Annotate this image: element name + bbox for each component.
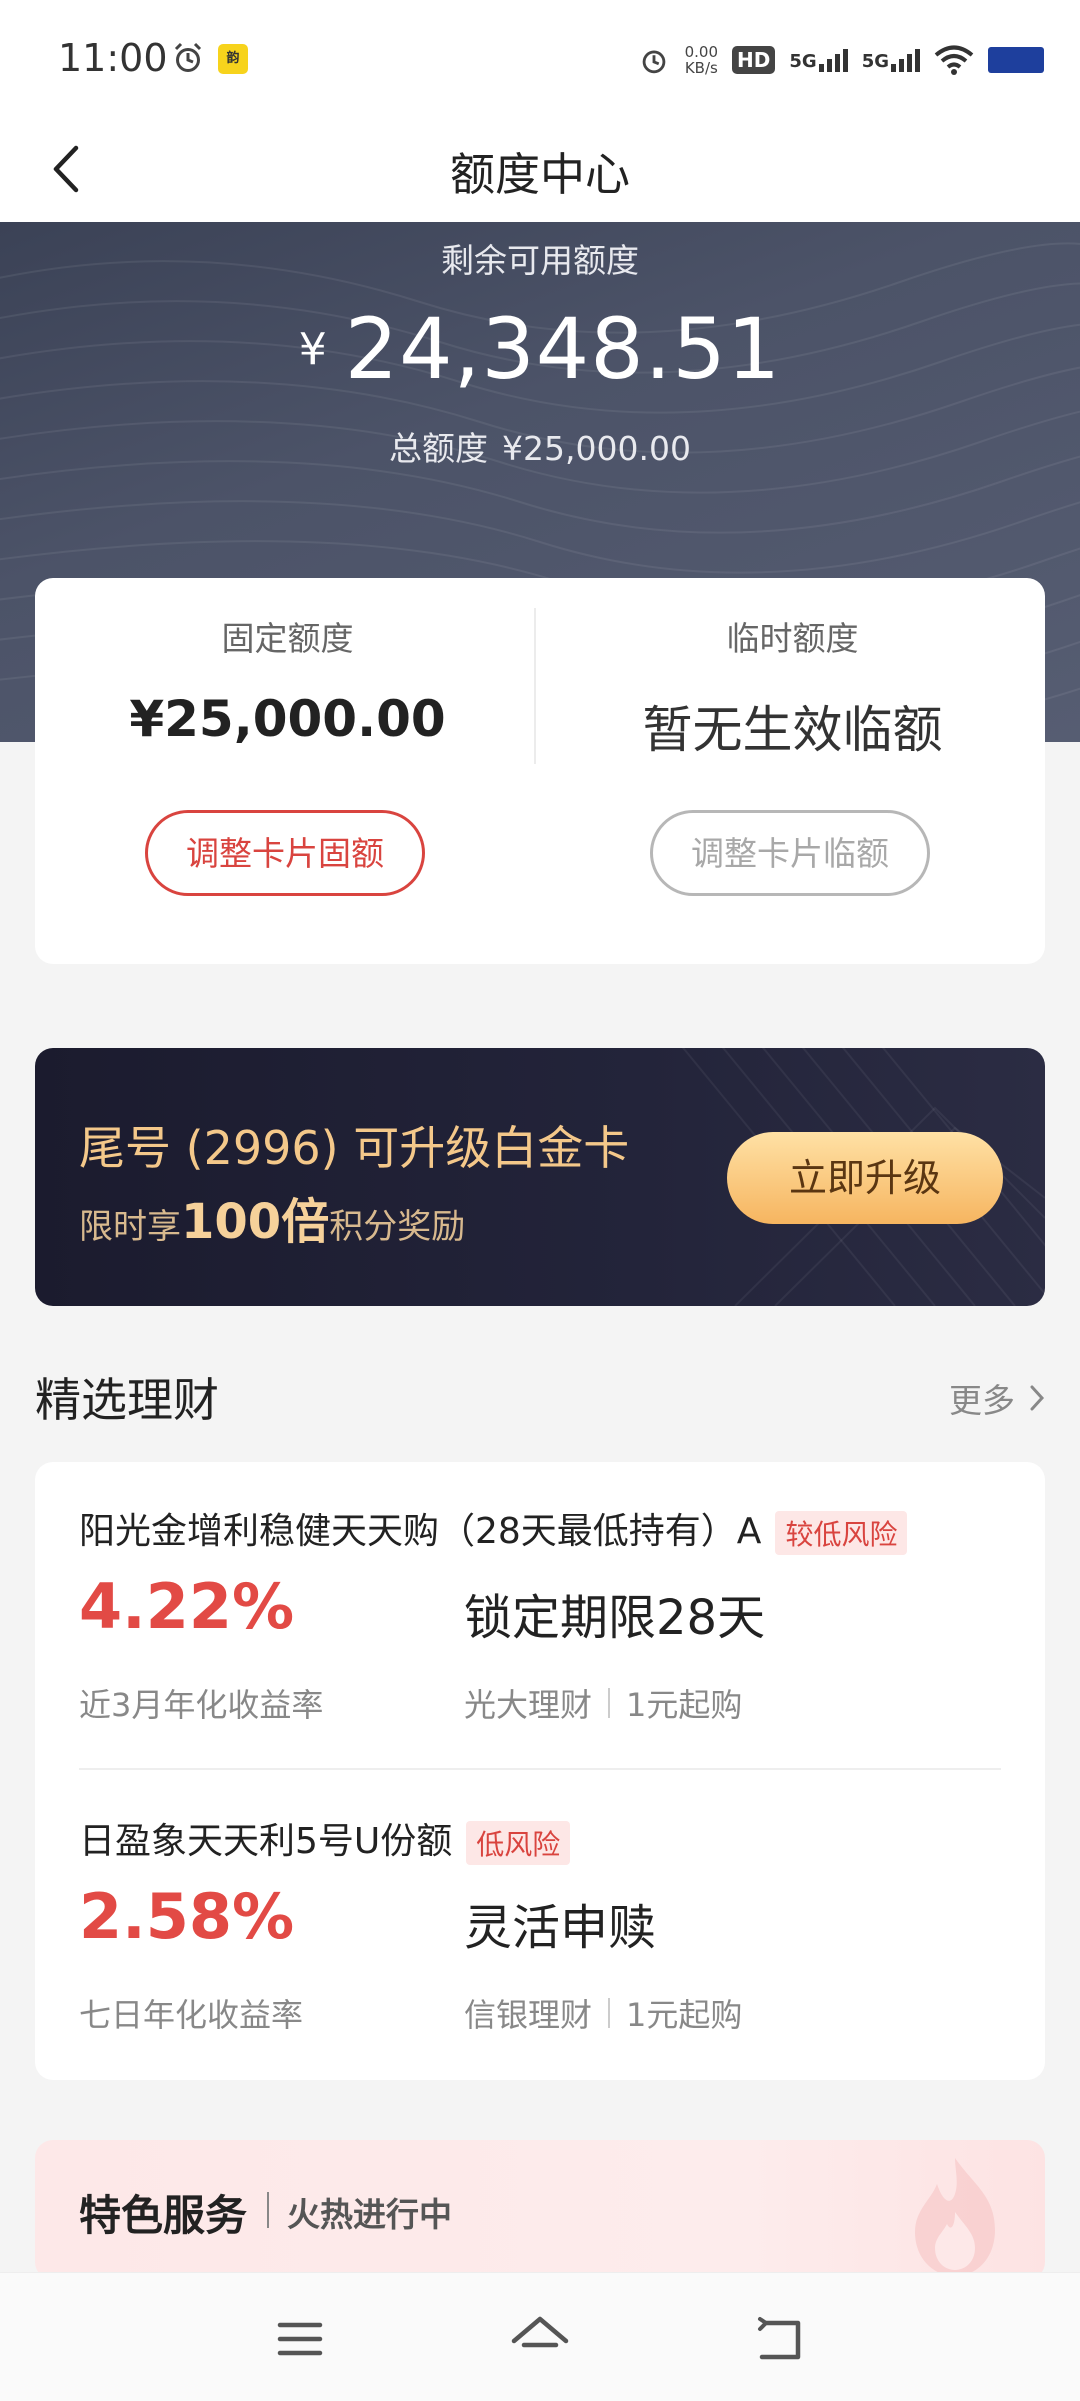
upgrade-subtitle-suffix: 积分奖励 bbox=[329, 1207, 466, 1247]
chevron-right-icon bbox=[1030, 1385, 1045, 1411]
product-term: 灵活申赎 bbox=[464, 1900, 657, 1956]
title-bar: 额度中心 bbox=[0, 120, 1080, 222]
adjust-fixed-credit-button[interactable]: 调整卡片固额 bbox=[145, 810, 425, 896]
temp-credit-value: 暂无生效临额 bbox=[642, 701, 943, 759]
temp-credit-label: 临时额度 bbox=[726, 619, 859, 658]
wealth-products-card: 阳光金增利稳健天天购（28天最低持有）A 较低风险 4.22% 近3月年化收益率 … bbox=[35, 1462, 1045, 2080]
upgrade-subtitle: 限时享100倍积分奖励 bbox=[79, 1182, 465, 1252]
temp-credit-section: 临时额度 暂无生效临额 调整卡片临额 bbox=[540, 578, 1045, 964]
upgrade-title: 尾号 (2996) 可升级白金卡 bbox=[79, 1121, 630, 1175]
back-icon[interactable] bbox=[750, 2311, 810, 2367]
adjust-temp-credit-button[interactable]: 调整卡片临额 bbox=[650, 810, 930, 896]
divider bbox=[267, 2192, 269, 2228]
divider bbox=[608, 1998, 611, 2028]
product-issuer: 信银理财 bbox=[464, 1996, 593, 2034]
product-name: 阳光金增利稳健天天购（28天最低持有）A 较低风险 bbox=[79, 1502, 908, 1555]
product-name-text: 日盈象天天利5号U份额 bbox=[79, 1821, 453, 1862]
fixed-credit-section: 固定额度 ¥25,000.00 调整卡片固额 bbox=[35, 578, 540, 964]
fixed-credit-value: ¥25,000.00 bbox=[129, 690, 446, 748]
more-label: 更多 bbox=[949, 1381, 1015, 1420]
upgrade-banner[interactable]: 尾号 (2996) 可升级白金卡 限时享100倍积分奖励 立即升级 bbox=[35, 1048, 1045, 1306]
available-credit-amount: ¥24,348.51 bbox=[0, 300, 1080, 398]
divider bbox=[534, 608, 536, 764]
more-link[interactable]: 更多 bbox=[949, 1374, 1045, 1422]
product-rate-label: 七日年化收益率 bbox=[79, 1996, 304, 2034]
divider bbox=[79, 1768, 1001, 1770]
feature-subtitle: 火热进行中 bbox=[287, 2195, 452, 2234]
signal-icon: 5G bbox=[862, 48, 920, 72]
product-min-purchase: 1元起购 bbox=[626, 1996, 743, 2034]
product-term: 锁定期限28天 bbox=[464, 1590, 766, 1646]
product-issuer: 光大理财 bbox=[464, 1686, 593, 1724]
total-credit-value: ¥25,000.00 bbox=[502, 429, 691, 468]
risk-badge: 较低风险 bbox=[775, 1511, 908, 1555]
upgrade-now-button[interactable]: 立即升级 bbox=[727, 1132, 1003, 1224]
available-credit-value: 24,348.51 bbox=[344, 300, 782, 398]
page-title: 额度中心 bbox=[449, 148, 630, 201]
signal-label: 5G bbox=[789, 51, 817, 72]
menu-icon[interactable] bbox=[270, 2311, 330, 2367]
status-indicators: 0.00 KB/s HD 5G 5G bbox=[637, 38, 1044, 82]
upgrade-subtitle-prefix: 限时享 bbox=[79, 1207, 181, 1247]
network-speed-unit: KB/s bbox=[684, 59, 718, 77]
status-bar: 11:00 韵 0.00 KB/s HD 5G 5G bbox=[0, 0, 1080, 120]
product-meta: 信银理财 1元起购 bbox=[464, 1990, 742, 2036]
product-rate-label: 近3月年化收益率 bbox=[79, 1686, 324, 1724]
credit-breakdown-card: 固定额度 ¥25,000.00 调整卡片固额 临时额度 暂无生效临额 调整卡片临… bbox=[35, 578, 1045, 964]
product-rate: 4.22% bbox=[79, 1570, 295, 1643]
system-nav-bar bbox=[0, 2272, 1080, 2401]
upgrade-subtitle-highlight: 100倍 bbox=[181, 1194, 330, 1250]
fixed-credit-label: 固定额度 bbox=[221, 619, 354, 658]
network-speed: 0.00 KB/s bbox=[685, 44, 718, 76]
currency-symbol: ¥ bbox=[298, 323, 327, 375]
alarm-icon bbox=[642, 50, 665, 74]
product-name-text: 阳光金增利稳健天天购（28天最低持有）A bbox=[79, 1511, 762, 1552]
app-notification-icon: 韵 bbox=[218, 44, 248, 74]
product-meta: 光大理财 1元起购 bbox=[464, 1680, 742, 1726]
wealth-section-header: 精选理财 更多 bbox=[35, 1360, 1045, 1430]
feature-services-card[interactable]: 特色服务 火热进行中 bbox=[35, 2140, 1045, 2280]
section-title: 精选理财 bbox=[35, 1373, 219, 1427]
wifi-icon bbox=[934, 45, 974, 75]
signal-label: 5G bbox=[861, 51, 889, 72]
risk-badge: 低风险 bbox=[466, 1821, 571, 1865]
battery-icon bbox=[988, 47, 1044, 73]
available-credit-label: 剩余可用额度 bbox=[441, 241, 639, 280]
divider bbox=[608, 1688, 611, 1718]
product-name: 日盈象天天利5号U份额 低风险 bbox=[79, 1812, 571, 1865]
flame-icon bbox=[915, 2158, 995, 2276]
network-speed-value: 0.00 bbox=[684, 43, 719, 61]
product-item[interactable]: 日盈象天天利5号U份额 低风险 2.58% 七日年化收益率 灵活申赎 信银理财 1… bbox=[79, 1772, 1001, 2072]
product-rate: 2.58% bbox=[79, 1880, 295, 1953]
total-credit: 总额度 ¥25,000.00 bbox=[0, 422, 1080, 470]
alarm-icon bbox=[174, 42, 202, 72]
product-item[interactable]: 阳光金增利稳健天天购（28天最低持有）A 较低风险 4.22% 近3月年化收益率 … bbox=[79, 1462, 1001, 1762]
feature-title: 特色服务 bbox=[79, 2191, 248, 2240]
home-icon[interactable] bbox=[510, 2311, 570, 2367]
status-time: 11:00 bbox=[58, 36, 168, 80]
hd-icon: HD bbox=[732, 46, 776, 74]
signal-icon: 5G bbox=[789, 48, 848, 72]
total-credit-label: 总额度 bbox=[389, 429, 489, 468]
product-min-purchase: 1元起购 bbox=[626, 1686, 743, 1724]
